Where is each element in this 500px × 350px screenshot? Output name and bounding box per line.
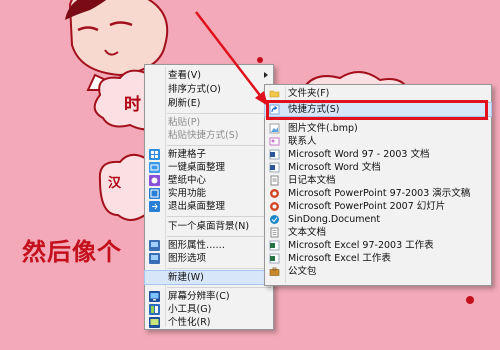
annotation-arrow xyxy=(195,11,268,106)
